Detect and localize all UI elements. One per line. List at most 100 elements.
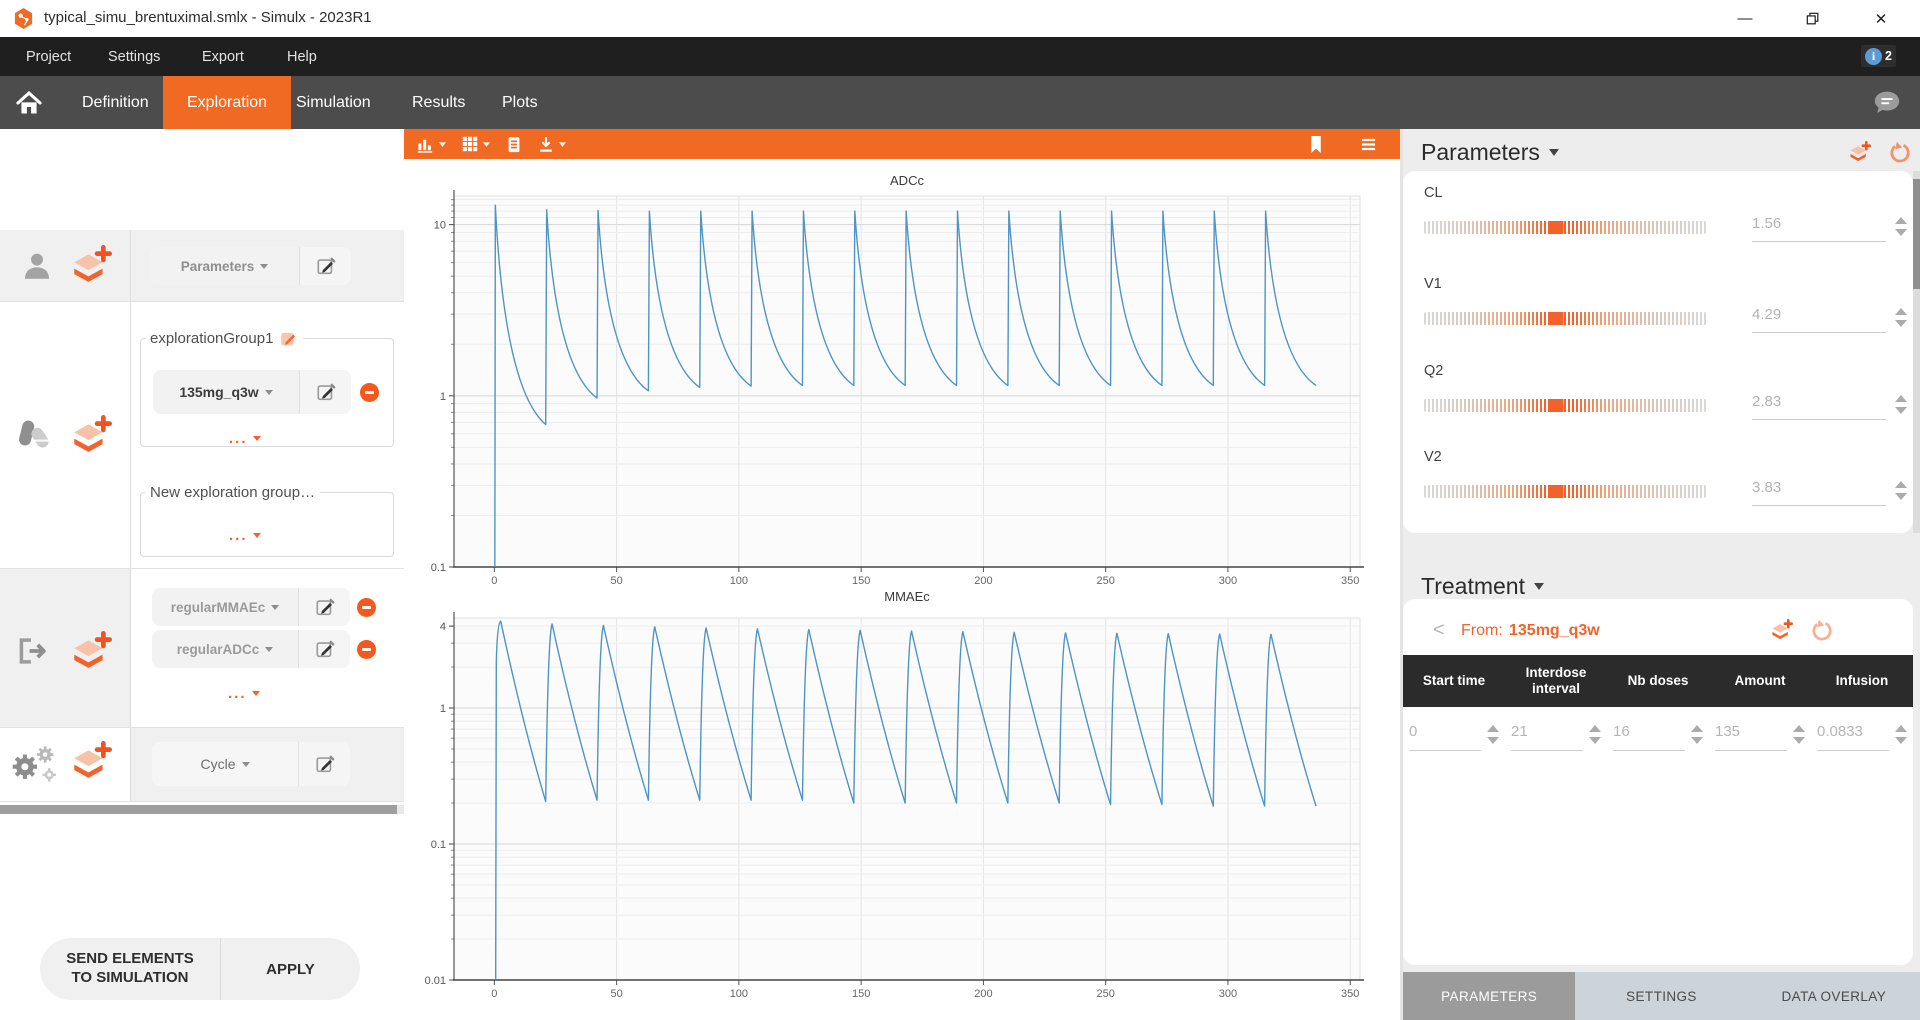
tab-settings[interactable]: SETTINGS xyxy=(1575,972,1747,1020)
new-exploration-group-label[interactable]: New exploration group… xyxy=(145,484,320,501)
menu-export[interactable]: Export xyxy=(190,37,256,76)
reset-parameters-icon[interactable] xyxy=(1887,141,1911,165)
step-up-icon[interactable] xyxy=(1487,725,1499,732)
new-group-more-button[interactable]: ... xyxy=(229,527,261,544)
remove-treatment-icon[interactable] xyxy=(360,383,379,402)
param-value-Q2[interactable]: 2.83 xyxy=(1752,393,1886,420)
parameters-scrollbar-thumb[interactable] xyxy=(1913,179,1920,289)
step-down-icon[interactable] xyxy=(1895,493,1907,500)
step-down-icon[interactable] xyxy=(1589,737,1601,744)
plot-ADCc[interactable]: 0501001502002503003501010.1ADCc xyxy=(404,168,1403,585)
param-slider-V1[interactable] xyxy=(1424,312,1706,325)
step-up-icon[interactable] xyxy=(1691,725,1703,732)
send-elements-to-simulation-button[interactable]: SEND ELEMENTS TO SIMULATION xyxy=(40,938,220,1000)
param-stepper-V2[interactable] xyxy=(1895,481,1907,500)
param-value-V2[interactable]: 3.83 xyxy=(1752,479,1886,506)
reset-treatment-icon[interactable] xyxy=(1809,619,1833,643)
close-button[interactable]: ✕ xyxy=(1858,0,1904,37)
start-time-stepper[interactable] xyxy=(1487,725,1499,744)
infusion-input[interactable]: 0.0833 xyxy=(1817,723,1889,751)
step-up-icon[interactable] xyxy=(1895,308,1907,315)
nb-doses-input[interactable]: 16 xyxy=(1613,723,1685,751)
notifications-badge[interactable]: i 2 xyxy=(1861,45,1896,67)
bookmark-icon[interactable] xyxy=(1308,133,1324,155)
step-up-icon[interactable] xyxy=(1895,725,1907,732)
add-parameter-element-icon[interactable] xyxy=(68,245,112,289)
step-down-icon[interactable] xyxy=(1895,229,1907,236)
plot-export-button[interactable] xyxy=(537,133,567,155)
treatment-section-header[interactable]: Treatment xyxy=(1421,573,1544,600)
output-regularMMAEc-select[interactable]: regularMMAEc xyxy=(152,588,298,626)
treatment-select[interactable]: 135mg_q3w xyxy=(153,370,299,414)
step-up-icon[interactable] xyxy=(1895,481,1907,488)
param-value-V1[interactable]: 4.29 xyxy=(1752,306,1886,333)
tab-results[interactable]: Results xyxy=(388,76,489,129)
cycle-select[interactable]: Cycle xyxy=(152,742,298,786)
home-icon[interactable] xyxy=(14,89,44,117)
previous-treatment-chevron[interactable]: < xyxy=(1433,619,1445,642)
remove-regularMMAEc-icon[interactable] xyxy=(357,598,376,617)
step-up-icon[interactable] xyxy=(1895,395,1907,402)
add-treatment-icon[interactable] xyxy=(1769,619,1793,643)
output-regularADCc-select[interactable]: regularADCc xyxy=(152,630,298,668)
apply-button[interactable]: APPLY xyxy=(220,938,360,1000)
parameters-section-header[interactable]: Parameters xyxy=(1421,139,1559,166)
step-down-icon[interactable] xyxy=(1691,737,1703,744)
step-up-icon[interactable] xyxy=(1589,725,1601,732)
edit-regularMMAEc-button[interactable] xyxy=(298,588,350,626)
plot-menu-icon[interactable] xyxy=(1360,133,1377,155)
interdose-interval-stepper[interactable] xyxy=(1589,725,1601,744)
amount-input[interactable]: 135 xyxy=(1715,723,1787,751)
menu-settings[interactable]: Settings xyxy=(96,37,172,76)
outputs-more-button[interactable]: ... xyxy=(228,685,260,702)
tab-parameters[interactable]: PARAMETERS xyxy=(1403,972,1575,1020)
param-value-CL[interactable]: 1.56 xyxy=(1752,215,1886,242)
edit-regularADCc-button[interactable] xyxy=(298,630,350,668)
comment-icon[interactable] xyxy=(1872,88,1902,116)
plot-type-button[interactable] xyxy=(416,133,447,155)
restore-button[interactable] xyxy=(1790,0,1836,37)
add-occasion-element-icon[interactable] xyxy=(68,741,112,785)
param-slider-Q2[interactable] xyxy=(1424,399,1706,412)
minimize-button[interactable]: — xyxy=(1722,0,1768,37)
param-stepper-Q2[interactable] xyxy=(1895,395,1907,414)
tab-definition[interactable]: Definition xyxy=(58,76,173,129)
step-down-icon[interactable] xyxy=(1895,407,1907,414)
step-down-icon[interactable] xyxy=(1895,320,1907,327)
plot-layout-button[interactable] xyxy=(461,133,491,155)
step-up-icon[interactable] xyxy=(1793,725,1805,732)
edit-parameters-button[interactable] xyxy=(299,247,351,285)
param-slider-CL[interactable] xyxy=(1424,221,1706,234)
menu-project[interactable]: Project xyxy=(14,37,83,76)
step-down-icon[interactable] xyxy=(1793,737,1805,744)
start-time-input[interactable]: 0 xyxy=(1409,723,1481,751)
amount-stepper[interactable] xyxy=(1793,725,1805,744)
step-up-icon[interactable] xyxy=(1895,217,1907,224)
param-stepper-CL[interactable] xyxy=(1895,217,1907,236)
step-down-icon[interactable] xyxy=(1895,737,1907,744)
step-down-icon[interactable] xyxy=(1487,737,1499,744)
edit-cycle-button[interactable] xyxy=(298,742,350,786)
plot-report-button[interactable] xyxy=(505,133,523,155)
tab-plots[interactable]: Plots xyxy=(478,76,562,129)
treatment-select-group: 135mg_q3w xyxy=(153,370,351,414)
add-output-element-icon[interactable] xyxy=(68,631,112,675)
rename-group-pencil-icon[interactable] xyxy=(279,329,298,348)
group-1-more-button[interactable]: ... xyxy=(229,430,261,447)
param-stepper-V1[interactable] xyxy=(1895,308,1907,327)
menu-help[interactable]: Help xyxy=(275,37,329,76)
horizontal-scrollbar-thumb[interactable] xyxy=(0,805,397,814)
interdose-interval-input[interactable]: 21 xyxy=(1511,723,1583,751)
infusion-stepper[interactable] xyxy=(1895,725,1907,744)
param-slider-V2[interactable] xyxy=(1424,485,1706,498)
tab-simulation[interactable]: Simulation xyxy=(272,76,395,129)
plot-MMAEc[interactable]: 050100150200250300350410.10.01MMAEc xyxy=(404,585,1403,1020)
add-treatment-element-icon[interactable] xyxy=(68,415,112,459)
new-exploration-group: New exploration group… ... xyxy=(140,484,394,557)
add-parameters-icon[interactable] xyxy=(1847,141,1871,165)
nb-doses-stepper[interactable] xyxy=(1691,725,1703,744)
tab-data-overlay[interactable]: DATA OVERLAY xyxy=(1748,972,1920,1020)
remove-regularADCc-icon[interactable] xyxy=(357,640,376,659)
edit-treatment-button[interactable] xyxy=(299,370,351,414)
parameters-select[interactable]: Parameters xyxy=(150,247,299,285)
